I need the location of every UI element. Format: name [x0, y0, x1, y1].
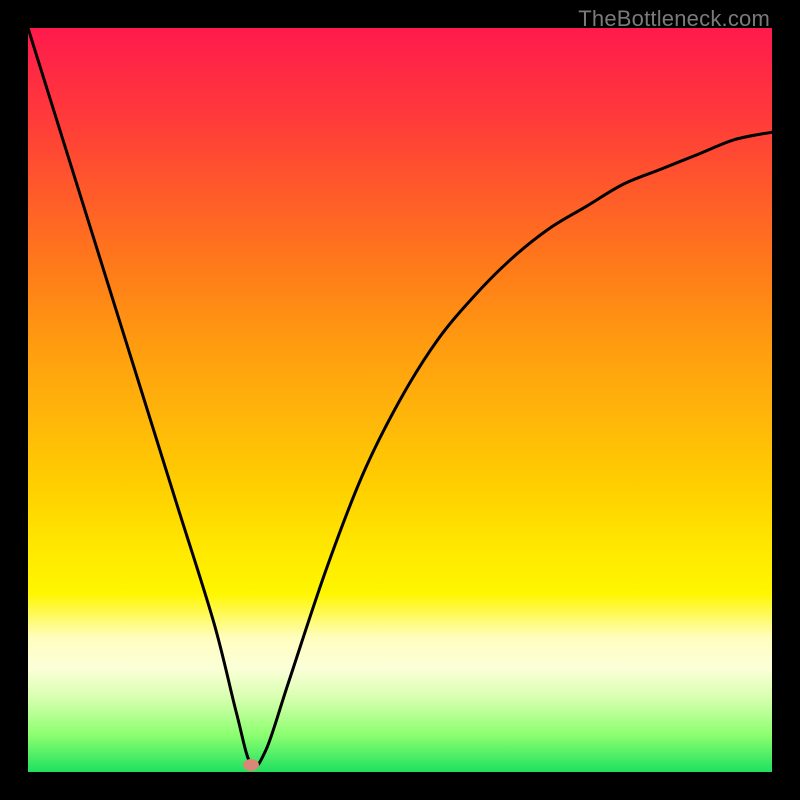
bottleneck-curve — [28, 28, 772, 767]
chart-frame: TheBottleneck.com — [0, 0, 800, 800]
watermark-text: TheBottleneck.com — [578, 6, 770, 32]
min-marker — [243, 759, 259, 771]
plot-area — [28, 28, 772, 772]
curve-svg — [28, 28, 772, 772]
